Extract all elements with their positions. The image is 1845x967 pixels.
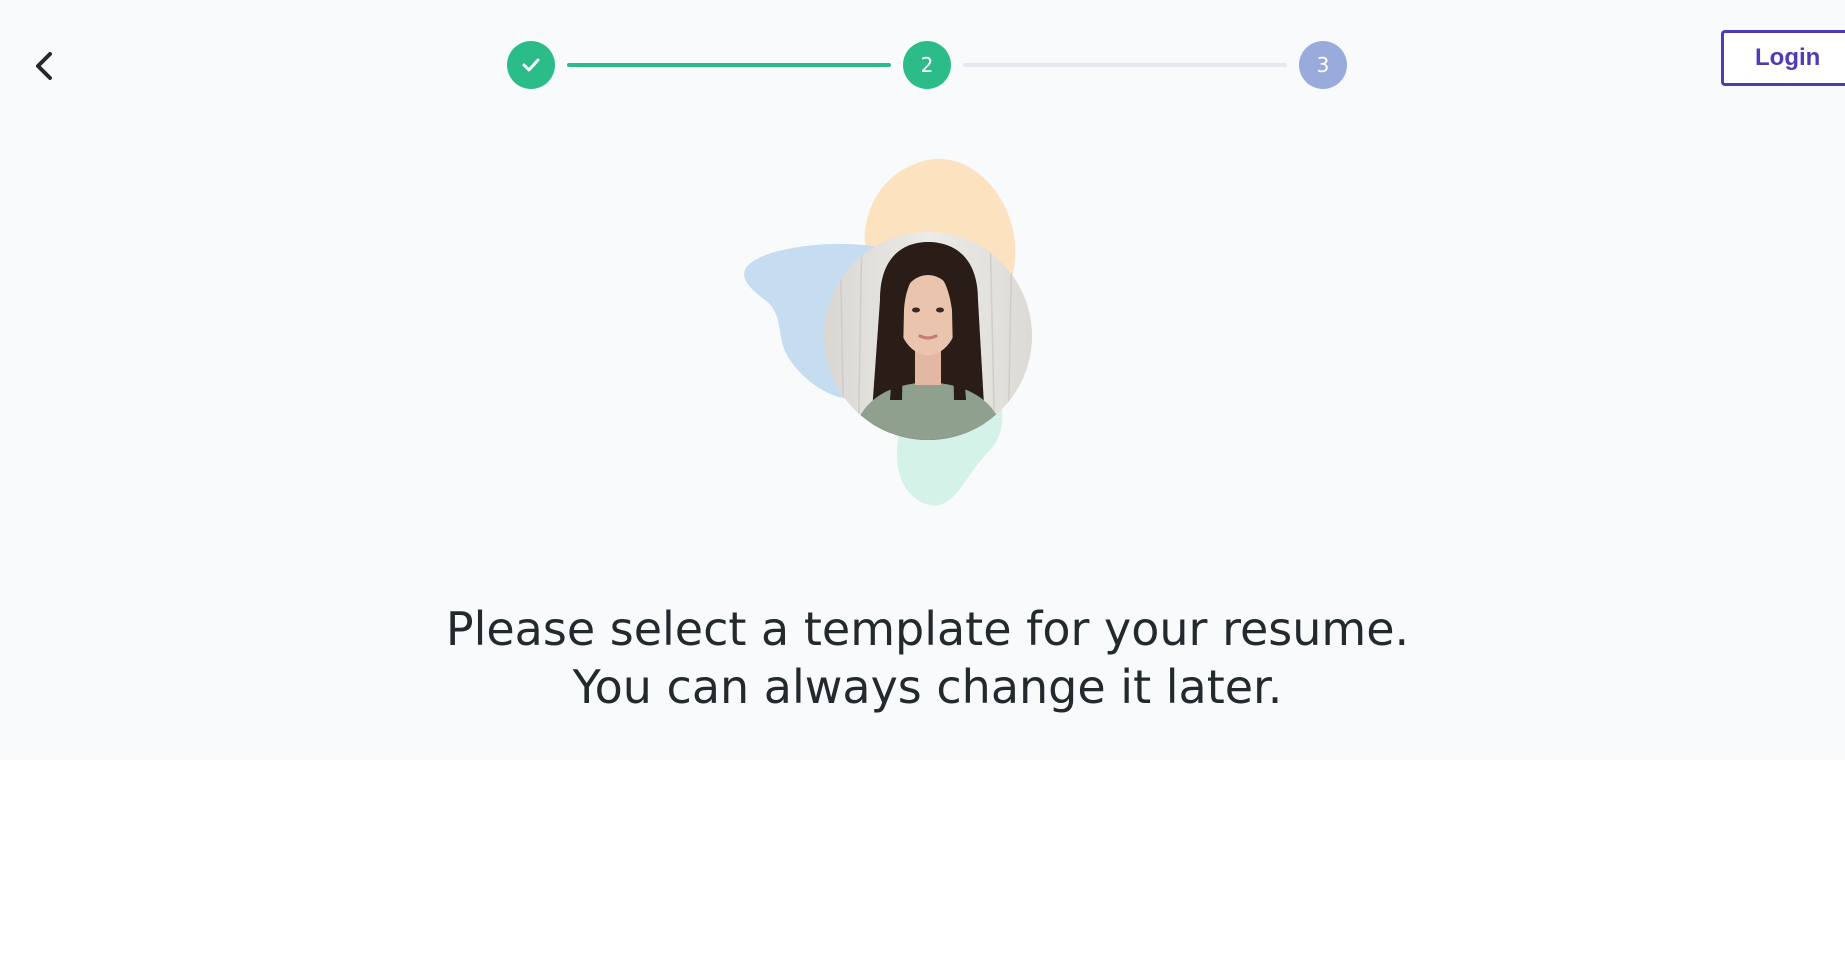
hero-section: 2 3 Login Please select a template for y… bbox=[0, 0, 1845, 760]
step-3-upcoming: 3 bbox=[1299, 41, 1347, 89]
profile-illustration bbox=[744, 158, 1032, 506]
stepper-connector-upcoming bbox=[963, 63, 1287, 67]
stepper-connector-completed bbox=[567, 63, 891, 67]
headline-line-1: Please select a template for your resume… bbox=[445, 602, 1410, 656]
login-button[interactable]: Login bbox=[1721, 30, 1845, 86]
chevron-left-icon bbox=[36, 52, 52, 80]
step-2-active: 2 bbox=[903, 41, 951, 89]
back-button[interactable] bbox=[26, 46, 62, 86]
check-icon bbox=[522, 58, 540, 72]
progress-stepper: 2 3 bbox=[507, 41, 1347, 89]
page-headline: Please select a template for your resume… bbox=[0, 600, 1845, 716]
headline-line-2: You can always change it later. bbox=[572, 660, 1283, 714]
step-1-completed bbox=[507, 41, 555, 89]
